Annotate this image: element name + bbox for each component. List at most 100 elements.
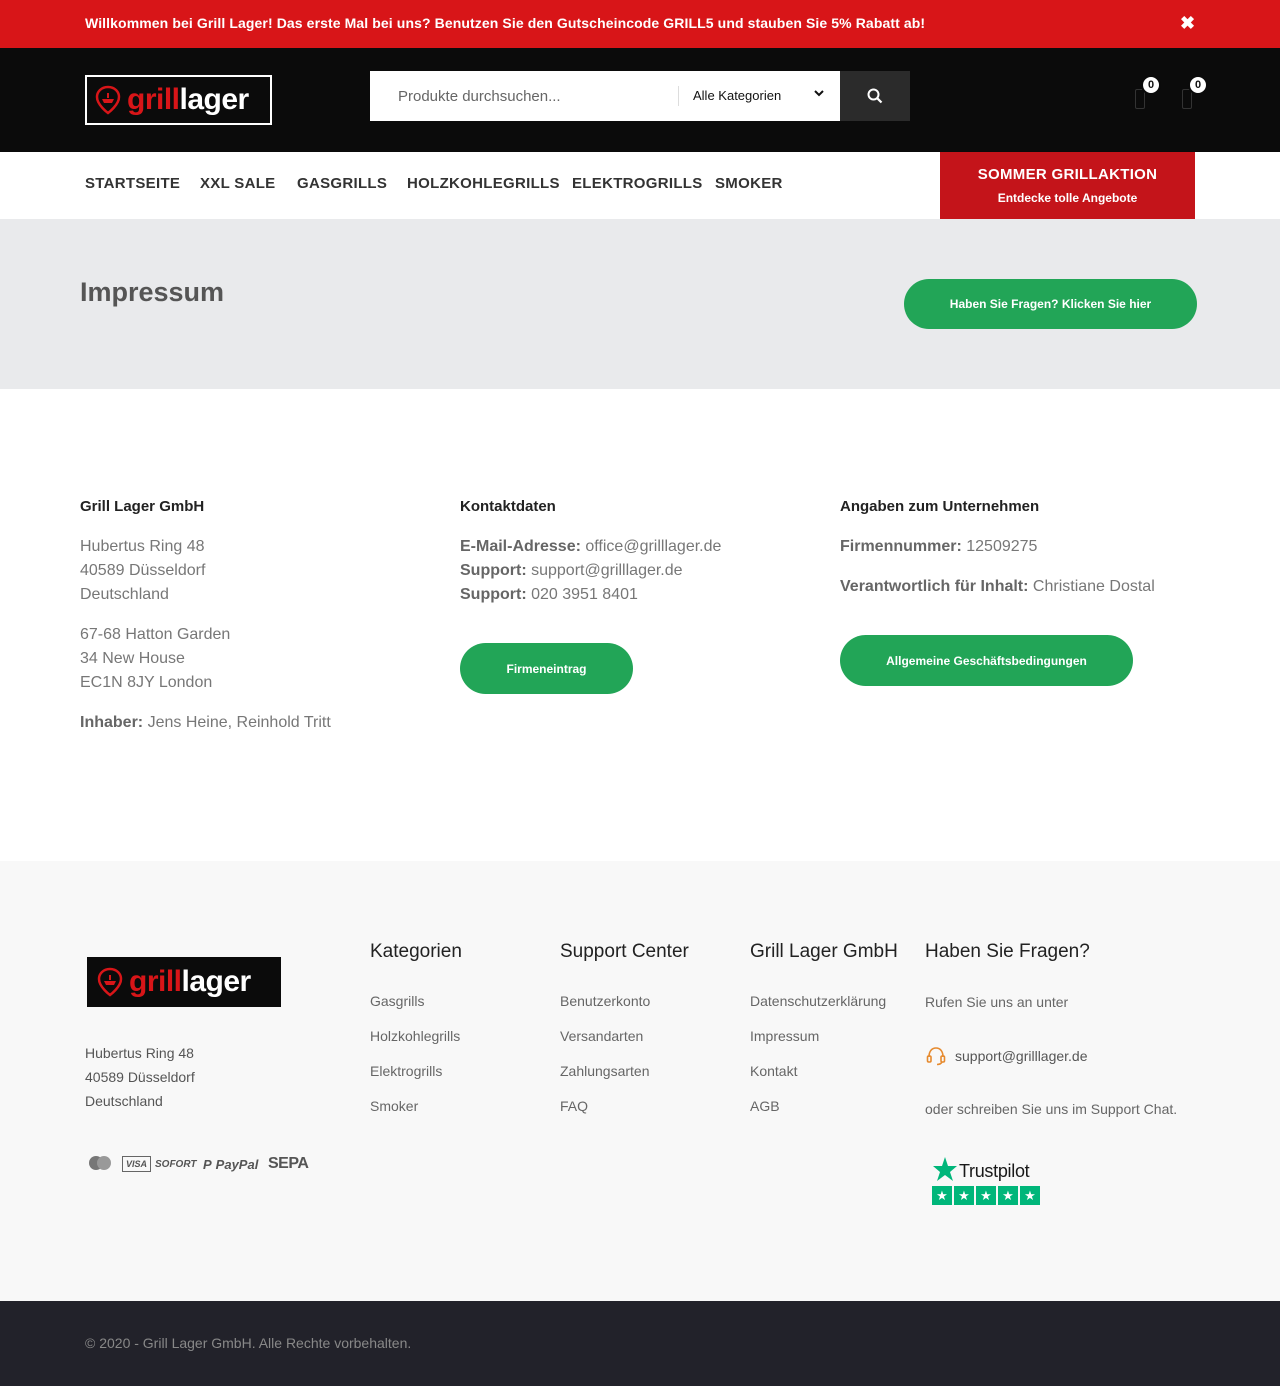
footer-link-agb[interactable]: AGB <box>750 1098 898 1114</box>
close-icon[interactable]: ✖ <box>1180 13 1195 34</box>
announcement-text: Willkommen bei Grill Lager! Das erste Ma… <box>85 15 926 31</box>
map-pin-icon <box>97 967 123 997</box>
responsible-line: Verantwortlich für Inhalt: Christiane Do… <box>840 575 1200 599</box>
footer-link-faq[interactable]: FAQ <box>560 1098 689 1114</box>
questions-button[interactable]: Haben Sie Fragen? Klicken Sie hier <box>904 279 1197 329</box>
star-icon: ★ <box>998 1186 1018 1205</box>
search-icon <box>867 88 883 104</box>
address-line: EC1N 8JY London <box>80 674 213 691</box>
contact-heading: Kontaktdaten <box>460 498 556 515</box>
logo-text-red: grill <box>127 83 180 116</box>
footer-link-datenschutz[interactable]: Datenschutzerklärung <box>750 993 898 1009</box>
search-input[interactable] <box>370 71 678 121</box>
support-label: Support: <box>460 562 527 579</box>
footer-support-email-text: support@grilllager.de <box>955 1048 1088 1064</box>
owner-value: Jens Heine, Reinhold Tritt <box>147 714 331 731</box>
footer-logo-text-white: lager <box>181 965 252 998</box>
address-line: 67-68 Hatton Garden <box>80 626 231 643</box>
page-header: Impressum Haben Sie Fragen? Klicken Sie … <box>0 219 1280 389</box>
business-column: Angaben zum Unternehmen Firmennummer: 12… <box>840 498 1200 615</box>
footer-company-heading: Grill Lager GmbH <box>750 941 898 962</box>
nav-item-startseite[interactable]: STARTSEITE <box>85 175 180 192</box>
footer-link-benutzerkonto[interactable]: Benutzerkonto <box>560 993 689 1009</box>
nav-item-elektrogrills[interactable]: ELEKTROGRILLS <box>572 175 703 192</box>
company-number-label: Firmennummer: <box>840 538 962 555</box>
support-phone-value[interactable]: 020 3951 8401 <box>531 586 638 603</box>
address-line: 34 New House <box>80 650 185 667</box>
footer-link-zahlungsarten[interactable]: Zahlungsarten <box>560 1063 689 1079</box>
footer-logo-text-red: grill <box>129 965 182 998</box>
wishlist-count-badge: 0 <box>1141 75 1161 95</box>
category-select[interactable]: Alle Kategorien <box>693 88 781 103</box>
nav-item-holzkohlegrills[interactable]: HOLZKOHLEGRILLS <box>407 175 560 192</box>
star-icon: ★ <box>976 1186 996 1205</box>
owner-label: Inhaber: <box>80 714 144 731</box>
footer-address: Hubertus Ring 48 40589 Düsseldorf Deutsc… <box>85 1041 195 1113</box>
company-column: Grill Lager GmbH Hubertus Ring 48 40589 … <box>80 498 440 751</box>
company-heading: Grill Lager GmbH <box>80 498 205 515</box>
paypal-text: PayPal <box>215 1156 259 1172</box>
footer-link-holzkohlegrills[interactable]: Holzkohlegrills <box>370 1028 462 1044</box>
nav-item-gasgrills[interactable]: GASGRILLS <box>297 175 387 192</box>
announcement-bar: Willkommen bei Grill Lager! Das erste Ma… <box>0 0 1280 48</box>
footer-categories: Kategorien Gasgrills Holzkohlegrills Ele… <box>370 941 462 1133</box>
site-header: grilllager Alle Kategorien 0 0 <box>0 48 1280 152</box>
search-divider <box>678 86 679 106</box>
owner-line: Inhaber: Jens Heine, Reinhold Tritt <box>80 711 440 735</box>
footer-address-line: 40589 Düsseldorf <box>85 1069 195 1085</box>
site-logo[interactable]: grill lager <box>85 75 272 125</box>
footer-link-gasgrills[interactable]: Gasgrills <box>370 993 462 1009</box>
promo-subtitle: Entdecke tolle Angebote <box>997 191 1138 205</box>
trustpilot-star-icon <box>933 1157 957 1181</box>
responsible-value: Christiane Dostal <box>1032 578 1155 595</box>
email-value[interactable]: office@grilllager.de <box>585 538 721 555</box>
sofort-icon: SOFORT <box>155 1158 197 1170</box>
trustpilot-rating: ★ ★ ★ ★ ★ <box>932 1186 1040 1205</box>
email-label: E-Mail-Adresse: <box>460 538 581 555</box>
star-icon: ★ <box>954 1186 974 1205</box>
logo-text-white: lager <box>179 83 250 116</box>
promo-button[interactable]: SOMMER GRILLAKTION Entdecke tolle Angebo… <box>940 152 1195 219</box>
footer-company: Grill Lager GmbH Datenschutzerklärung Im… <box>750 941 898 1133</box>
nav-item-xxl-sale[interactable]: XXL SALE <box>200 175 275 192</box>
footer-link-smoker[interactable]: Smoker <box>370 1098 462 1114</box>
footer-support: Support Center Benutzerkonto Versandarte… <box>560 941 689 1133</box>
wishlist-button[interactable]: 0 <box>1133 75 1161 115</box>
copyright-text: © 2020 - Grill Lager GmbH. Alle Rechte v… <box>85 1335 412 1351</box>
footer-link-elektrogrills[interactable]: Elektrogrills <box>370 1063 462 1079</box>
company-address-primary: Hubertus Ring 48 40589 Düsseldorf Deutsc… <box>80 535 440 607</box>
company-number-line: Firmennummer: 12509275 <box>840 535 1200 559</box>
business-heading: Angaben zum Unternehmen <box>840 498 1040 515</box>
trustpilot-name: Trustpilot <box>959 1161 1030 1181</box>
footer-questions-heading: Haben Sie Fragen? <box>925 941 1090 962</box>
responsible-label: Verantwortlich für Inhalt: <box>840 578 1029 595</box>
sepa-icon: SEPA <box>268 1155 309 1172</box>
footer-link-versandarten[interactable]: Versandarten <box>560 1028 689 1044</box>
footer-address-line: Hubertus Ring 48 <box>85 1045 194 1061</box>
company-address-secondary: 67-68 Hatton Garden 34 New House EC1N 8J… <box>80 623 440 695</box>
footer-support-email[interactable]: support@grilllager.de <box>925 1045 1088 1067</box>
search-button[interactable] <box>840 71 910 121</box>
terms-button[interactable]: Allgemeine Geschäftsbedingungen <box>840 635 1133 686</box>
visa-icon: VISA <box>122 1156 152 1172</box>
main-navigation: STARTSEITE XXL SALE GASGRILLS HOLZKOHLEG… <box>0 152 1280 219</box>
footer-address-line: Deutschland <box>85 1093 163 1109</box>
contact-details: E-Mail-Adresse: office@grilllager.de Sup… <box>460 535 820 607</box>
support-email-value[interactable]: support@grilllager.de <box>531 562 682 579</box>
footer-link-impressum[interactable]: Impressum <box>750 1028 898 1044</box>
headset-icon <box>926 1047 946 1066</box>
cart-count-badge: 0 <box>1188 75 1208 95</box>
contact-column: Kontaktdaten E-Mail-Adresse: office@gril… <box>460 498 820 623</box>
company-register-button[interactable]: Firmeneintrag <box>460 643 633 694</box>
nav-item-smoker[interactable]: SMOKER <box>715 175 783 192</box>
paypal-icon: P PayPal <box>203 1156 259 1172</box>
footer-link-kontakt[interactable]: Kontakt <box>750 1063 898 1079</box>
company-number-value: 12509275 <box>966 538 1038 555</box>
cart-button[interactable]: 0 <box>1180 75 1208 115</box>
map-pin-icon <box>95 85 121 115</box>
address-line: Hubertus Ring 48 <box>80 538 205 555</box>
address-line: 40589 Düsseldorf <box>80 562 206 579</box>
chevron-down-icon[interactable] <box>814 86 824 101</box>
footer-logo[interactable]: grill lager <box>87 957 281 1007</box>
footer-chat-text: oder schreiben Sie uns im Support Chat. <box>925 1101 1178 1117</box>
